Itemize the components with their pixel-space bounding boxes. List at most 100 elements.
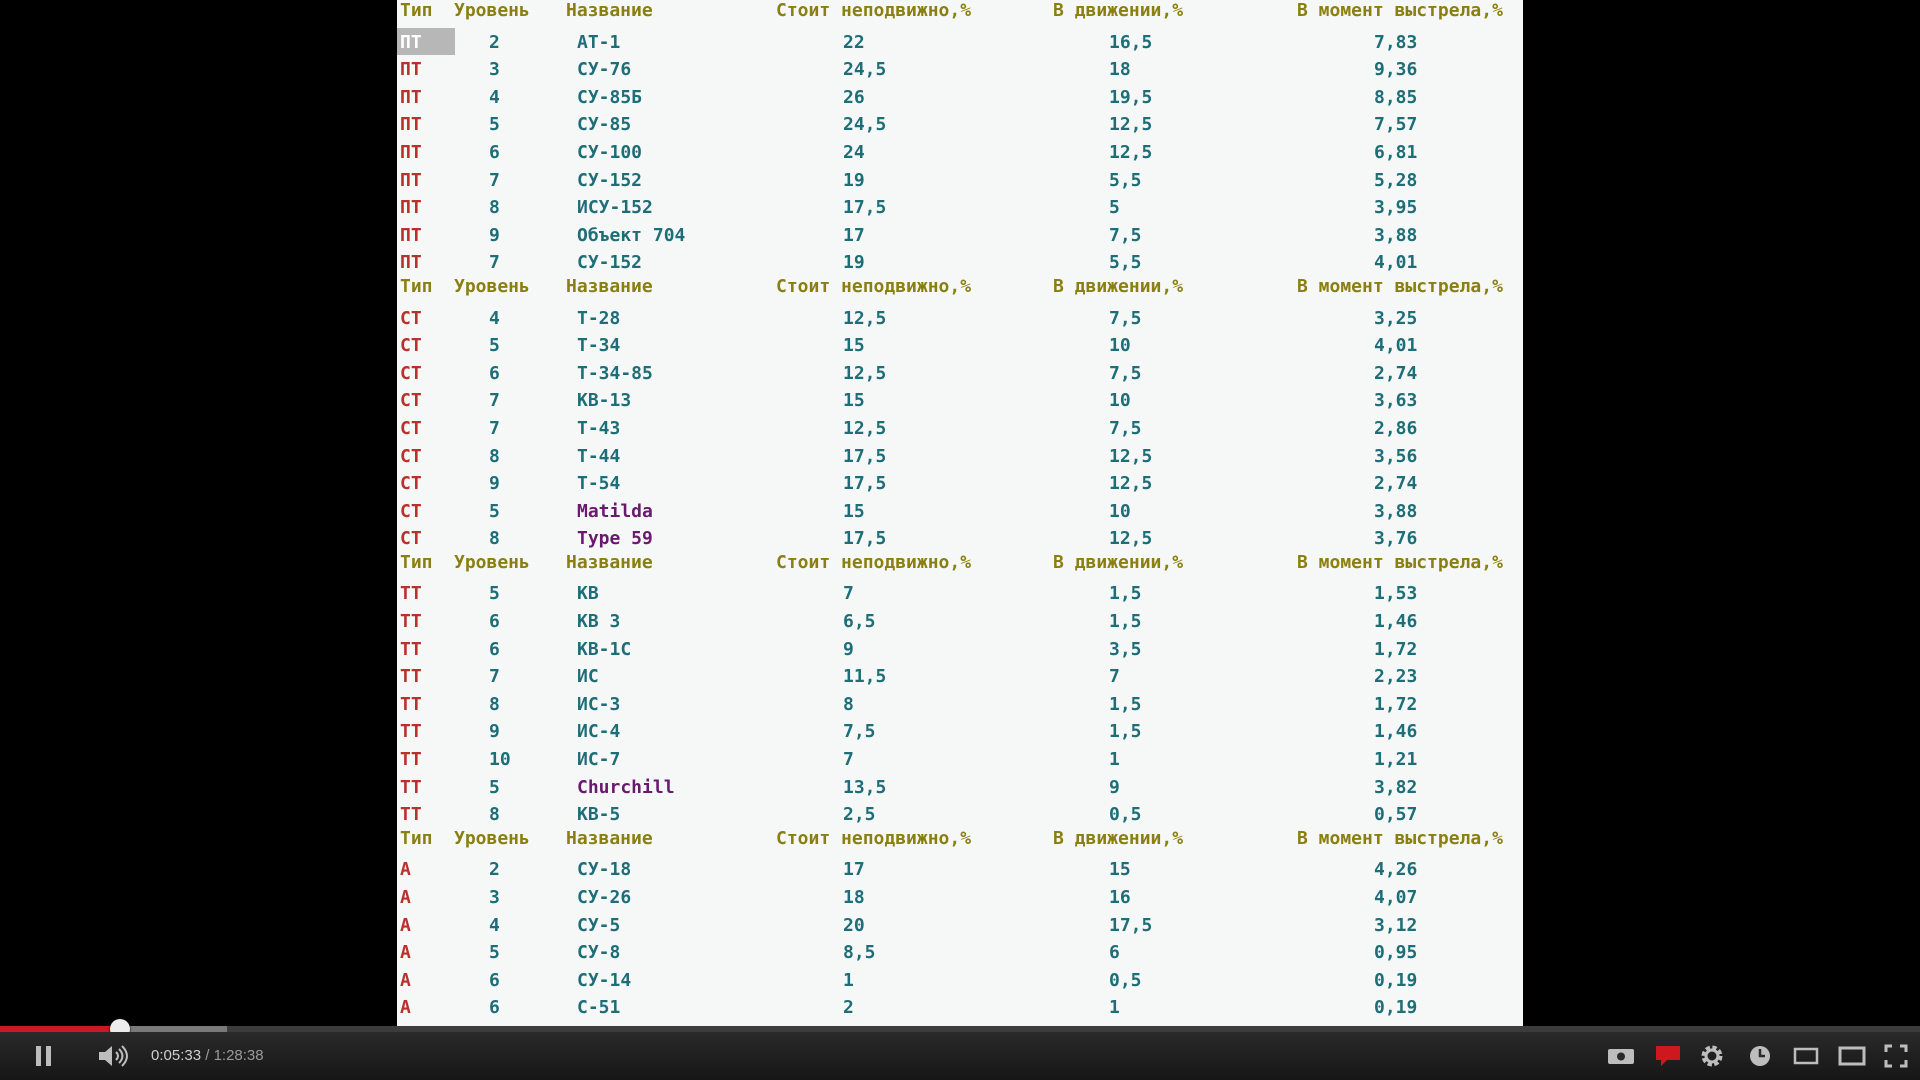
- type-cell: СТ: [400, 500, 422, 522]
- level-cell: 7: [489, 666, 500, 688]
- move-cell: 7,5: [1109, 417, 1142, 439]
- level-cell: 6: [489, 997, 500, 1019]
- type-cell: ПТ: [400, 114, 422, 136]
- level-cell: 5: [489, 776, 500, 798]
- level-cell: 5: [489, 114, 500, 136]
- still-cell: 18: [843, 887, 865, 908]
- shot-cell: 7,83: [1374, 31, 1418, 53]
- type-cell: ТТ: [400, 693, 422, 715]
- header-move: В движении,%: [1053, 0, 1184, 21]
- header-name: Название: [566, 0, 653, 21]
- move-cell: 10: [1109, 500, 1131, 522]
- still-cell: 17,5: [843, 473, 887, 495]
- level-cell: 6: [489, 969, 500, 991]
- name-cell: ИС-4: [577, 721, 621, 743]
- name-cell: СУ-14: [577, 969, 632, 991]
- large-player-button[interactable]: [1834, 1032, 1870, 1080]
- clock-icon: [1750, 1046, 1770, 1066]
- move-cell: 1: [1109, 749, 1120, 771]
- shot-cell: 5,28: [1374, 169, 1418, 191]
- table-row: ТТ 6 КВ-1С 9 3,5 1,72: [397, 635, 1523, 663]
- header-shot: В момент выстрела,%: [1297, 0, 1503, 21]
- shot-cell: 4,01: [1374, 335, 1418, 357]
- name-cell: Объект 704: [577, 224, 686, 246]
- shot-cell: 3,12: [1374, 914, 1418, 936]
- level-cell: 3: [489, 887, 500, 908]
- shot-cell: 2,23: [1374, 666, 1418, 688]
- table-row: ТТ 9 ИС-4 7,5 1,5 1,46: [397, 717, 1523, 745]
- header-name: Название: [566, 827, 653, 849]
- header-name: Название: [566, 275, 653, 297]
- volume-button[interactable]: [94, 1032, 134, 1080]
- table-header-row: Тип Уровень Название Стоит неподвижно,% В дв…: [397, 0, 1523, 28]
- name-cell: Churchill: [577, 776, 675, 798]
- table-header-row: Тип Уровень Название Стоит неподвижно,% В дв…: [397, 552, 1523, 580]
- move-cell: 12,5: [1109, 528, 1153, 550]
- still-cell: 2: [843, 997, 854, 1019]
- still-cell: 12,5: [843, 362, 887, 384]
- table-row: ПТ 9 Объект 704 17 7,5 3,88: [397, 221, 1523, 249]
- type-cell: А: [400, 914, 411, 936]
- fullscreen-button[interactable]: [1878, 1032, 1914, 1080]
- table-row: ПТ 3 СУ-76 24,5 18 9,36: [397, 55, 1523, 83]
- level-cell: 8: [489, 804, 500, 826]
- type-cell: ТТ: [400, 721, 422, 743]
- shot-cell: 3,95: [1374, 197, 1418, 219]
- still-cell: 20: [843, 914, 865, 936]
- move-cell: 12,5: [1109, 114, 1153, 136]
- header-still: Стоит неподвижно,%: [776, 275, 972, 297]
- move-cell: 17,5: [1109, 914, 1153, 936]
- header-name: Название: [566, 551, 653, 573]
- still-cell: 15: [843, 500, 865, 522]
- move-cell: 10: [1109, 335, 1131, 357]
- move-cell: 1,5: [1109, 693, 1142, 715]
- still-cell: 22: [843, 31, 865, 53]
- shot-cell: 0,19: [1374, 969, 1418, 991]
- type-cell: ТТ: [400, 749, 422, 771]
- level-cell: 6: [489, 638, 500, 660]
- level-cell: 3: [489, 59, 500, 81]
- header-shot: В момент выстрела,%: [1297, 275, 1503, 297]
- type-cell: ТТ: [400, 804, 422, 826]
- level-cell: 8: [489, 197, 500, 219]
- name-cell: ИС-7: [577, 749, 621, 771]
- header-move: В движении,%: [1053, 275, 1184, 297]
- settings-button[interactable]: [1694, 1032, 1730, 1080]
- small-player-button[interactable]: [1788, 1032, 1824, 1080]
- shot-cell: 1,72: [1374, 638, 1418, 660]
- shot-cell: 3,76: [1374, 528, 1418, 550]
- header-type: Тип: [400, 0, 433, 21]
- shot-cell: 3,25: [1374, 307, 1418, 329]
- type-cell: СТ: [400, 335, 422, 357]
- shot-cell: 2,74: [1374, 362, 1418, 384]
- timer-button[interactable]: [1742, 1032, 1778, 1080]
- type-cell: А: [400, 859, 411, 881]
- video-frame[interactable]: Тип Уровень Название Стоит неподвижно,% В дв…: [0, 0, 1920, 1080]
- name-cell: Type 59: [577, 528, 653, 550]
- table-row: ТТ 7 ИС 11,5 7 2,23: [397, 662, 1523, 690]
- table-row: ТТ 10 ИС-7 7 1 1,21: [397, 745, 1523, 773]
- watch-later-button[interactable]: [1604, 1032, 1640, 1080]
- fullscreen-icon: [1884, 1044, 1908, 1068]
- shot-cell: 1,46: [1374, 721, 1418, 743]
- name-cell: Т-54: [577, 473, 621, 495]
- type-cell: А: [400, 942, 411, 964]
- annotations-button[interactable]: [1650, 1032, 1686, 1080]
- table-row: СТ 7 Т-43 12,5 7,5 2,86: [397, 414, 1523, 442]
- header-still: Стоит неподвижно,%: [776, 551, 972, 573]
- vehicle-camouflage-table: Тип Уровень Название Стоит неподвижно,% В дв…: [397, 0, 1523, 1080]
- still-cell: 12,5: [843, 307, 887, 329]
- level-cell: 9: [489, 473, 500, 495]
- move-cell: 5,5: [1109, 252, 1142, 274]
- shot-cell: 6,81: [1374, 141, 1418, 163]
- header-level: Уровень: [454, 275, 530, 297]
- pause-button[interactable]: [24, 1032, 64, 1080]
- name-cell: Т-34-85: [577, 362, 653, 384]
- type-cell: СТ: [400, 417, 422, 439]
- type-cell: А: [400, 997, 411, 1019]
- type-cell: ТТ: [400, 611, 422, 633]
- table-row: СТ 5 Matilda 15 10 3,88: [397, 497, 1523, 525]
- move-cell: 19,5: [1109, 86, 1153, 108]
- type-cell: СТ: [400, 362, 422, 384]
- type-cell: СТ: [400, 445, 422, 467]
